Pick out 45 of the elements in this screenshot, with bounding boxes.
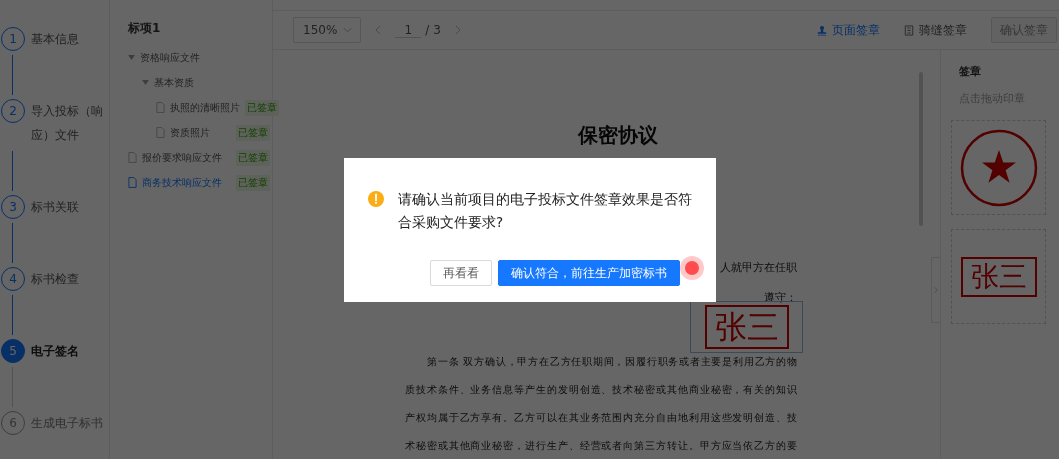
name-stamp[interactable]: 张三	[960, 256, 1037, 297]
step-number: 5	[1, 339, 25, 363]
file-icon	[128, 177, 137, 188]
warning-icon	[368, 191, 384, 207]
sign-mode-tab[interactable]: 页面签章	[817, 21, 880, 39]
stamp-slot[interactable]	[951, 120, 1046, 215]
stamp-selection-frame[interactable]: 张三	[690, 301, 803, 353]
sign-mode-tab[interactable]: 骑缝签章	[904, 21, 967, 39]
previous-page-icon[interactable]	[375, 25, 382, 35]
step-label: 标书关联	[31, 199, 80, 216]
document-text: 质技术条件、业务信息等产生的发明创造、技术秘密或其他商业秘密，有关的知识	[405, 382, 797, 397]
signed-tag: 已签章	[236, 149, 270, 166]
step-label: 导入投标（响应）文件	[31, 103, 104, 144]
chevron-down-icon[interactable]	[343, 27, 353, 33]
confirm-button[interactable]: 确认符合，前往生产加密标书	[498, 260, 680, 286]
file-icon	[128, 152, 137, 163]
tree-item[interactable]: 商务技术响应文件	[142, 175, 222, 190]
step-label: 电子签名	[31, 343, 80, 360]
page-input[interactable]: 1	[395, 22, 422, 38]
review-button[interactable]: 再看看	[430, 260, 492, 286]
step-label: 基本信息	[31, 31, 80, 48]
file-icon	[156, 102, 165, 113]
panel-title: 签章	[959, 64, 982, 79]
step-label: 标书检查	[31, 271, 80, 288]
document-title: 保密协议	[577, 122, 659, 149]
signed-tag: 已签章	[236, 174, 270, 191]
document-text: 产权均属于乙方享有。乙方可以在其业务范围内充分自由地利用这些发明创造、技	[405, 410, 797, 425]
name-stamp[interactable]: 张三	[704, 305, 789, 349]
page-total: / 3	[425, 23, 441, 37]
caret-icon[interactable]	[142, 80, 149, 85]
dialog-message: 请确认当前项目的电子投标文件签章效果是否符合采购文件要求?	[398, 190, 692, 232]
stamp-slot[interactable]: 张三	[951, 229, 1046, 324]
tree-title: 标项1	[128, 20, 162, 37]
document-text: 人就甲方在任职	[720, 260, 797, 276]
zoom-select[interactable]: 150%	[293, 17, 362, 43]
document-icon[interactable]	[904, 24, 914, 36]
signed-tag: 已签章	[245, 99, 279, 116]
signed-tag: 已签章	[236, 124, 270, 141]
document-text: 术秘密或其他商业秘密，进行生产、经营或者向第三方转让。甲方应当依乙方的要	[405, 438, 797, 453]
click-marker-icon	[680, 256, 704, 280]
stamp-icon[interactable]	[817, 24, 827, 36]
caret-icon[interactable]	[128, 55, 135, 60]
next-page-icon[interactable]	[454, 25, 461, 35]
file-icon	[156, 127, 165, 138]
round-seal-drawing[interactable]	[958, 127, 1039, 208]
